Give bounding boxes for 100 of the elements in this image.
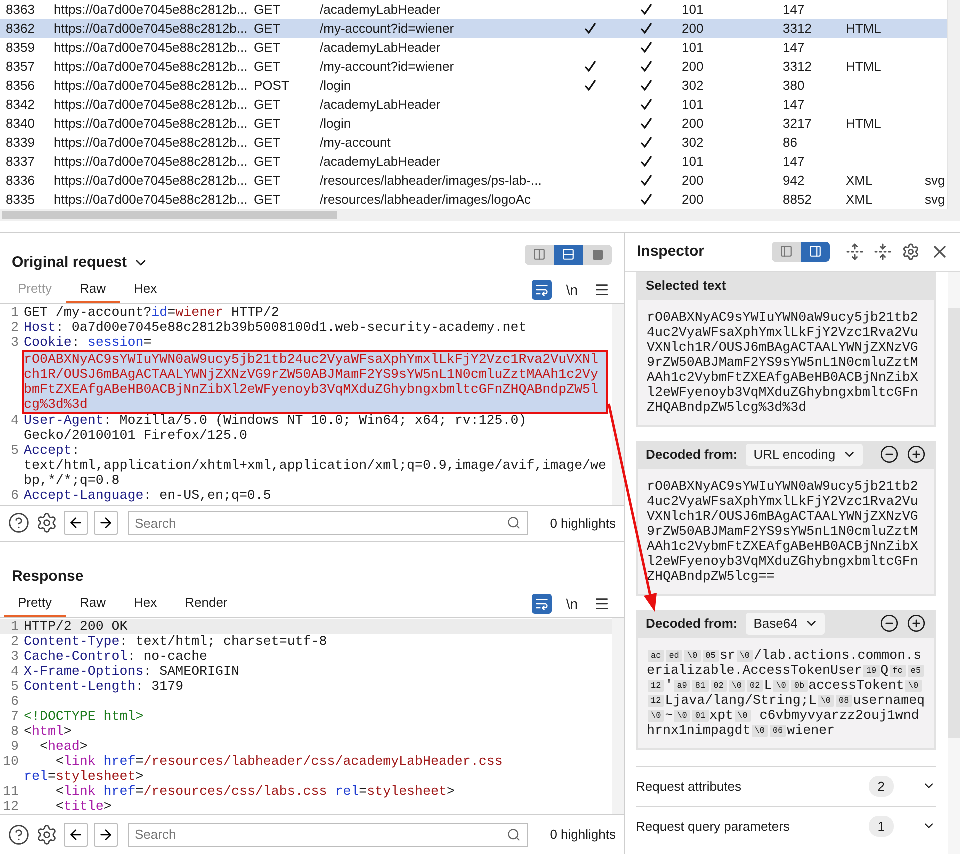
history-row[interactable]: 8356 https://0a7d00e7045e88c2812b... POST /login 302 380 [0,76,947,95]
settings-icon[interactable] [36,512,58,534]
help-icon[interactable] [8,824,30,846]
wrap-text-button[interactable] [532,280,552,300]
tab[interactable]: Hex [120,276,172,303]
table-cell: https://0a7d00e7045e88c2812b... [54,78,248,93]
scrollbar[interactable] [612,304,624,505]
encoding-dropdown[interactable]: Base64 [746,612,825,635]
tab[interactable]: Raw [66,590,120,617]
table-cell: XML [846,173,873,188]
layout-button[interactable] [801,242,830,262]
code-text: <link href=/resources/css/labs.css rel=stylesheet> [54,784,455,799]
search-input[interactable]: Search [135,516,508,531]
table-cell: 200 [682,116,704,131]
line-number: 1 [11,304,20,320]
arrow-left-icon [68,826,84,842]
history-row[interactable]: 8339 https://0a7d00e7045e88c2812b... GET /my-account 302 86 [0,133,947,152]
expand-icon[interactable] [846,242,864,261]
line-number: 5 [11,442,20,458]
table-cell: POST [254,78,290,93]
history-row[interactable]: 8357 https://0a7d00e7045e88c2812b... GET /my-account?id=wiener 200 3312 HTML [0,57,947,76]
history-row[interactable]: 8335 https://0a7d00e7045e88c2812b... GET /resources/labheader/images/logoAc 200 8852 XML svg [0,190,947,209]
history-row[interactable]: 8359 https://0a7d00e7045e88c2812b... GET /academyLabHeader 101 147 [0,38,947,57]
table-cell: 200 [682,173,704,188]
table-cell: https://0a7d00e7045e88c2812b... [54,59,248,74]
table-cell: GET [254,154,281,169]
scrollbar[interactable] [0,209,960,221]
code-text: Cookie: session= [24,334,152,350]
line-number: 3 [11,334,20,350]
table-cell: https://0a7d00e7045e88c2812b... [54,21,248,36]
section-title: Selected text [646,278,726,294]
line-number: 5 [11,678,20,694]
settings-icon[interactable] [36,824,58,846]
layout-button[interactable] [554,244,583,265]
forward-button[interactable] [94,511,118,536]
plus-circle-icon[interactable] [907,445,926,464]
table-cell: 101 [682,154,704,169]
table-cell: GET [254,173,281,188]
highlights-count: 0 highlights [550,827,616,842]
search-box[interactable]: Search [128,822,528,846]
search-box[interactable]: Search [128,511,528,536]
line-number: 7 [11,708,20,724]
table-cell: GET [254,116,281,131]
line-number: 2 [11,320,20,335]
plus-circle-icon[interactable] [907,614,926,634]
wrap-text-button[interactable] [532,594,552,614]
settings-icon[interactable] [902,242,920,261]
back-button[interactable] [64,822,88,846]
table-cell: https://0a7d00e7045e88c2812b... [54,2,248,17]
line-number: 3 [11,648,20,664]
collapsible-group[interactable]: Request query parameters 1 [636,806,936,846]
history-row[interactable]: 8342 https://0a7d00e7045e88c2812b... GET /academyLabHeader 101 147 [0,95,947,114]
table-cell: 3217 [783,116,812,131]
table-cell: 8340 [6,116,35,131]
history-row[interactable]: 8340 https://0a7d00e7045e88c2812b... GET /login 200 3217 HTML [0,114,947,133]
tab[interactable]: Raw [66,276,120,303]
panel-title: Response [12,566,84,587]
scrollbar[interactable] [612,618,624,814]
table-cell: 380 [783,78,805,93]
minus-circle-icon[interactable] [880,614,899,634]
table-cell: /academyLabHeader [320,40,441,55]
panel-title: Original request [12,252,128,273]
scrollbar[interactable] [948,272,960,854]
tab[interactable]: Render [171,590,242,617]
forward-button[interactable] [94,822,118,846]
table-cell: /login [320,78,352,93]
encoding-dropdown[interactable]: URL encoding [746,444,863,466]
table-cell: /login [320,116,352,131]
help-icon[interactable] [8,512,30,534]
table-cell: /my-account [320,135,391,150]
table-cell: https://0a7d00e7045e88c2812b... [54,116,248,131]
decoded-output: rO0ABXNyAC9sYWIuYWN0aW9ucy5jb21tb24uc2VyaWFsaXphYmxlLkFjY2Vzc1Rva2VuVXNlch1R/OUSJ6mBAgACTAALYWNjZXNzVG9rZW50ABJMamF2YS9sYW5nL1N0cmluZztMAAh1c2VybmFtZXEAfgABeHB0ACBjNnZibXl2eWFyenoyb3VqMXduZGhybngxbmltcGFnZHQABndpZW5lcg%3d%3d [638,300,934,425]
history-row[interactable]: 8363 https://0a7d00e7045e88c2812b... GET /academyLabHeader 101 147 [0,0,947,19]
newline-button[interactable]: \n [566,282,578,298]
tab[interactable]: Pretty [4,590,66,617]
newline-button[interactable]: \n [566,596,578,612]
table-cell: /my-account?id=wiener [320,21,454,36]
collapsible-group[interactable]: Request attributes 2 [636,766,936,806]
history-row[interactable]: 8362 https://0a7d00e7045e88c2812b... GET /my-account?id=wiener 200 3312 HTML [0,19,947,38]
tab[interactable]: Hex [120,590,172,617]
highlights-count: 0 highlights [550,516,616,531]
table-cell: 942 [783,173,805,188]
collapse-icon[interactable] [874,242,892,261]
history-row[interactable]: 8336 https://0a7d00e7045e88c2812b... GET /resources/labheader/images/ps-lab-... 200 942 XML svg [0,171,947,190]
table-cell: https://0a7d00e7045e88c2812b... [54,173,248,188]
code-text: Host: 0a7d00e7045e88c2812b39b5008100d1.web-security-academy.net [24,320,527,335]
code-text: Accept: text/html,application/xhtml+xml,application/xml;q=0.9,image/avif,image/webp,*/*;q=0.8 [24,442,606,488]
scrollbar[interactable] [947,0,960,209]
search-input[interactable]: Search [135,827,508,842]
table-cell: 200 [682,59,704,74]
history-row[interactable]: 8337 https://0a7d00e7045e88c2812b... GET /academyLabHeader 101 147 [0,152,947,171]
section-title: Decoded from: [646,447,738,462]
table-cell: GET [254,40,281,55]
square-icon [592,248,604,261]
table-cell: 200 [682,21,704,36]
table-cell: GET [254,97,281,112]
minus-circle-icon[interactable] [880,445,899,464]
table-cell: 8357 [6,59,35,74]
table-cell: 3312 [783,21,812,36]
back-button[interactable] [64,511,88,536]
